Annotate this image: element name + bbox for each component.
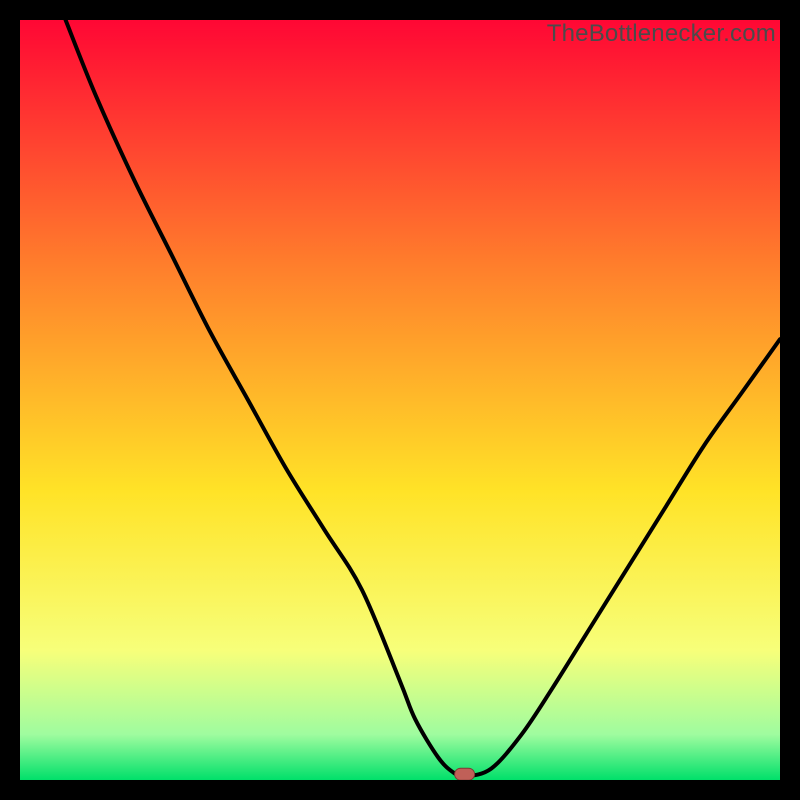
- optimal-point-marker: [455, 768, 475, 780]
- gradient-background: [20, 20, 780, 780]
- chart-svg: [20, 20, 780, 780]
- watermark-label: TheBottlenecker.com: [547, 20, 776, 48]
- chart-frame: TheBottlenecker.com: [20, 20, 780, 780]
